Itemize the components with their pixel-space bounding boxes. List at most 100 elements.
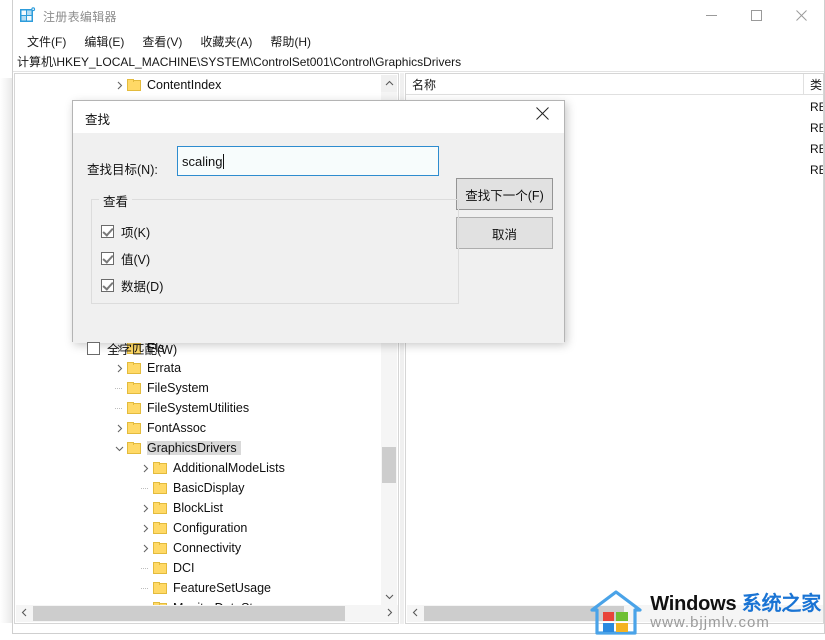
find-target-value: scaling	[182, 153, 223, 169]
tree-item[interactable]: Configuration	[15, 518, 382, 538]
text-caret	[223, 153, 225, 169]
list-hscroll-left-button[interactable]	[407, 605, 424, 622]
tree-item-label: FileSystem	[147, 381, 209, 395]
chevron-down-icon	[385, 592, 394, 602]
checkbox-keys-box[interactable]	[101, 225, 114, 238]
folder-icon	[153, 541, 168, 555]
tree-item[interactable]: BlockList	[15, 498, 382, 518]
folder-icon	[127, 441, 142, 455]
value-type-cell: RE	[810, 141, 823, 156]
tree-item[interactable]: AdditionalModeLists	[15, 458, 382, 478]
tree-hscroll-thumb[interactable]	[33, 606, 345, 621]
tree-item[interactable]: FileSystem	[15, 378, 382, 398]
chevron-right-icon[interactable]	[137, 458, 153, 478]
menu-bar: 文件(F) 编辑(E) 查看(V) 收藏夹(A) 帮助(H)	[13, 31, 824, 52]
chevron-up-icon	[385, 79, 394, 89]
checkbox-values[interactable]: 值(V)	[101, 249, 150, 268]
find-dialog-title: 查找	[85, 113, 111, 127]
checkbox-whole-word[interactable]: 全字匹配(W)	[87, 339, 177, 358]
menu-item-view[interactable]: 查看(V)	[133, 31, 191, 52]
tree-scroll-up-button[interactable]	[381, 75, 397, 92]
folder-icon	[153, 501, 168, 515]
close-button[interactable]	[779, 0, 824, 30]
tree-vertical-scroll-thumb[interactable]	[382, 447, 396, 483]
tree-item-label: ContentIndex	[147, 78, 222, 92]
value-type-cell: RE	[810, 162, 823, 177]
chevron-down-icon[interactable]	[111, 438, 127, 458]
checkbox-values-box[interactable]	[101, 252, 114, 265]
window-controls	[689, 0, 824, 30]
folder-icon	[153, 481, 168, 495]
tree-item-label: Connectivity	[173, 541, 242, 555]
checkbox-data-box[interactable]	[101, 279, 114, 292]
checkbox-whole-word-box[interactable]	[87, 342, 100, 355]
tree-item[interactable]: Errata	[15, 358, 382, 378]
tree-hscroll-left-button[interactable]	[16, 605, 33, 622]
chevron-right-icon[interactable]	[111, 75, 127, 95]
tree-horizontal-scrollbar[interactable]	[16, 605, 398, 622]
checkbox-data-label: 数据(D)	[121, 280, 164, 294]
menu-item-favorites[interactable]: 收藏夹(A)	[191, 31, 261, 52]
menu-item-help[interactable]: 帮助(H)	[261, 31, 320, 52]
folder-icon	[127, 381, 142, 395]
tree-item-label: FeatureSetUsage	[173, 581, 271, 595]
find-next-button[interactable]: 查找下一个(F)	[456, 178, 553, 210]
find-dialog: 查找 查找目标(N): scaling 查找下一个(F) 取消 查看 项(K) …	[72, 100, 565, 357]
tree-leaf-connector	[111, 378, 127, 398]
tree-item[interactable]: FeatureSetUsage	[15, 578, 382, 598]
tree-leaf-connector	[137, 478, 153, 498]
chevron-right-icon[interactable]	[137, 538, 153, 558]
address-bar[interactable]: 计算机\HKEY_LOCAL_MACHINE\SYSTEM\ControlSet…	[13, 52, 824, 72]
column-header-name[interactable]: 名称	[406, 74, 804, 95]
tree-leaf-connector	[137, 578, 153, 598]
find-target-input[interactable]: scaling	[177, 146, 439, 176]
list-horizontal-scrollbar[interactable]	[407, 605, 823, 622]
tree-item[interactable]: FileSystemUtilities	[15, 398, 382, 418]
close-icon	[796, 9, 807, 21]
checkbox-keys-label: 项(K)	[121, 226, 151, 240]
chevron-right-icon[interactable]	[137, 498, 153, 518]
folder-icon	[153, 561, 168, 575]
chevron-right-icon[interactable]	[137, 518, 153, 538]
maximize-button[interactable]	[734, 0, 779, 30]
find-dialog-title-bar: 查找	[73, 101, 564, 133]
checkbox-data[interactable]: 数据(D)	[101, 276, 163, 295]
tree-item[interactable]: DCI	[15, 558, 382, 578]
tree-hscroll-track[interactable]	[33, 605, 381, 622]
tree-item[interactable]: FontAssoc	[15, 418, 382, 438]
tree-item-label: DCI	[173, 561, 195, 575]
list-hscroll-thumb[interactable]	[424, 606, 624, 621]
column-header-type[interactable]: 类	[804, 74, 823, 95]
chevron-left-icon	[21, 608, 28, 619]
tree-item[interactable]: BasicDisplay	[15, 478, 382, 498]
find-dialog-close-button[interactable]	[520, 101, 564, 131]
screen-root: 注册表编辑器 文件(F) 编辑(E) 查看(V) 收藏夹(A) 帮助(H) 计算…	[0, 0, 825, 640]
tree-item[interactable]: ContentIndex	[15, 75, 382, 95]
cancel-button[interactable]: 取消	[456, 217, 553, 249]
close-icon	[535, 107, 549, 125]
window-title: 注册表编辑器	[43, 10, 117, 24]
checkbox-whole-word-label: 全字匹配(W)	[107, 343, 178, 357]
menu-item-file[interactable]: 文件(F)	[18, 31, 75, 52]
tree-hscroll-right-button[interactable]	[381, 605, 398, 622]
tree-item[interactable]: GraphicsDrivers	[15, 438, 382, 458]
tree-item-label: FontAssoc	[147, 421, 207, 435]
find-target-label: 查找目标(N):	[87, 163, 158, 177]
tree-item-label: FileSystemUtilities	[147, 401, 250, 415]
registry-icon	[19, 7, 36, 24]
tree-item[interactable]: Connectivity	[15, 538, 382, 558]
minimize-button[interactable]	[689, 0, 734, 30]
chevron-right-icon[interactable]	[111, 358, 127, 378]
chevron-right-icon[interactable]	[111, 418, 127, 438]
checkbox-keys[interactable]: 项(K)	[101, 222, 150, 241]
menu-item-edit[interactable]: 编辑(E)	[75, 31, 133, 52]
tree-scroll-down-button[interactable]	[381, 588, 397, 605]
list-hscroll-track[interactable]	[424, 605, 823, 622]
